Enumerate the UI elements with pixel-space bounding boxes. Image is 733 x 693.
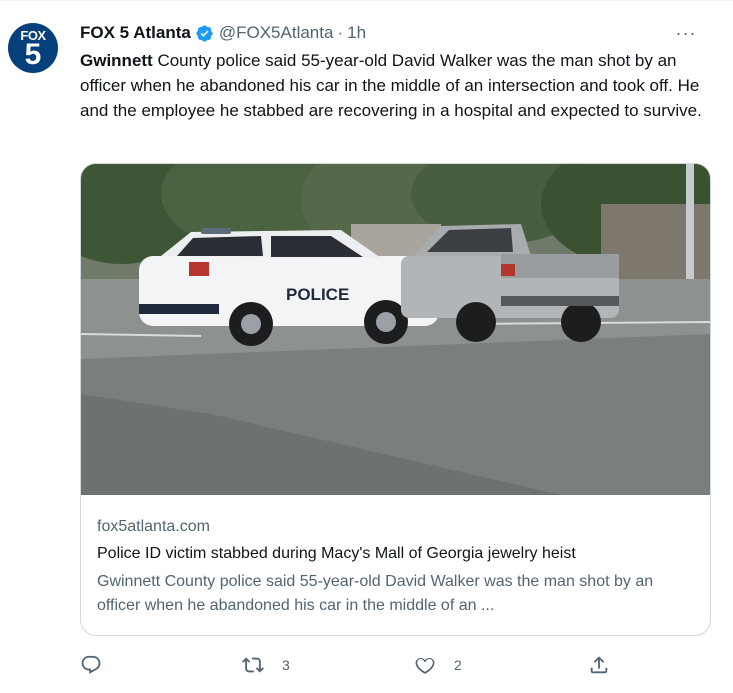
avatar-logo-number: 5 — [24, 38, 42, 71]
retweet-icon — [242, 657, 264, 673]
link-card[interactable]: POLICE fox5atlanta.com Police ID victim … — [80, 163, 711, 636]
reply-button[interactable] — [80, 651, 120, 679]
tweet-header: FOX 5 Atlanta @FOX5Atlanta · 1h — [80, 22, 366, 44]
tweet-text: Gwinnett County police said 55-year-old … — [80, 48, 710, 123]
retweet-button[interactable]: 3 — [242, 651, 290, 679]
card-title: Police ID victim stabbed during Macy's M… — [97, 545, 576, 562]
like-icon — [415, 657, 435, 674]
verified-icon — [196, 24, 213, 42]
share-button[interactable] — [588, 651, 610, 679]
reply-icon — [81, 655, 101, 674]
card-description: Gwinnett County police said 55-year-old … — [97, 573, 654, 614]
avatar[interactable]: FOX 5 — [8, 23, 58, 73]
tweet-text-rest: County police said 55-year-old David Wal… — [80, 51, 702, 120]
share-icon — [590, 656, 608, 674]
card-domain: fox5atlanta.com — [97, 518, 210, 535]
card-image[interactable]: POLICE — [81, 164, 710, 495]
tweet[interactable]: FOX 5 FOX 5 Atlanta @FOX5Atlanta · 1h ··… — [0, 0, 733, 693]
action-bar: 3 2 — [80, 651, 710, 679]
like-button[interactable]: 2 — [414, 651, 462, 679]
police-car-label: POLICE — [286, 285, 349, 304]
separator-dot: · — [337, 23, 344, 42]
timestamp[interactable]: 1h — [347, 23, 366, 43]
more-icon[interactable]: ··· — [672, 19, 700, 47]
like-count: 2 — [454, 657, 462, 673]
author-name[interactable]: FOX 5 Atlanta — [80, 23, 191, 43]
author-handle[interactable]: @FOX5Atlanta — [219, 23, 334, 43]
retweet-count: 3 — [282, 657, 290, 673]
police-scene-illustration: POLICE — [81, 164, 710, 495]
tweet-text-bold: Gwinnett — [80, 51, 153, 70]
